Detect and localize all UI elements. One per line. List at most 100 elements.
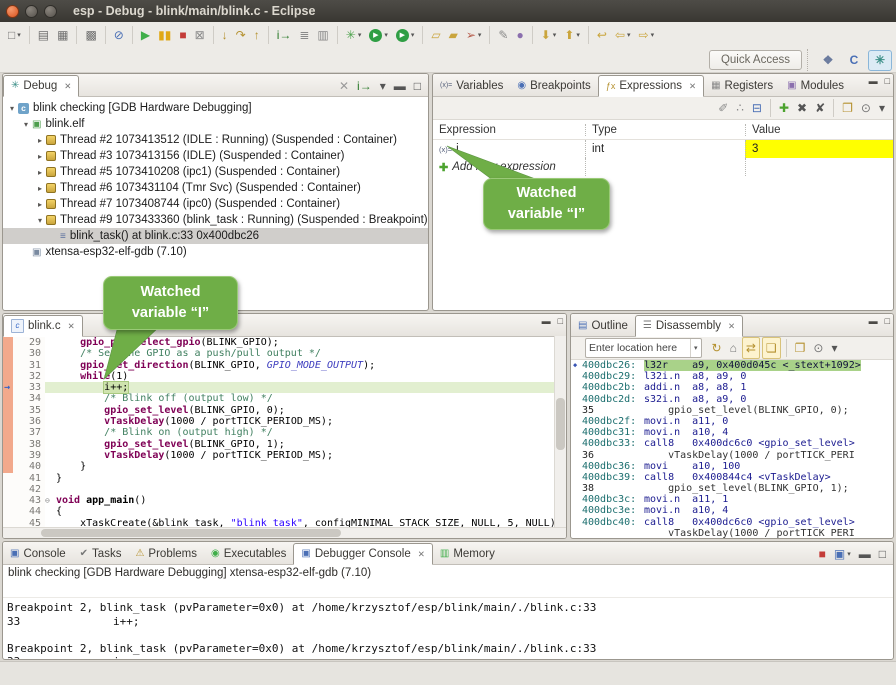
remove-all-expressions-button[interactable]: ✘ xyxy=(812,98,828,118)
step-return-button[interactable]: ↑ xyxy=(251,25,263,45)
step-into-button[interactable]: ↓ xyxy=(219,25,231,45)
tree-item[interactable]: ▾▣blink.elf xyxy=(3,116,428,132)
previous-annotation-button[interactable]: ⬆▾ xyxy=(561,25,583,45)
new-view-button[interactable]: ❐ xyxy=(792,338,809,358)
tree-item[interactable]: ▸Thread #3 1073413156 (IDLE) (Suspended … xyxy=(3,148,428,164)
editor-vertical-scrollbar[interactable] xyxy=(554,336,566,530)
expression-row[interactable]: (x)= i int 3 xyxy=(433,140,893,158)
minimize-button[interactable]: ▬ xyxy=(869,316,878,326)
minimize-button[interactable]: ▬ xyxy=(869,76,878,86)
skip-all-breakpoints-button[interactable]: ⊘ xyxy=(111,25,127,45)
expand-icon[interactable]: ▸ xyxy=(35,136,45,145)
expand-icon[interactable]: ▾ xyxy=(35,216,45,225)
add-expression-button[interactable]: ✚ xyxy=(776,98,792,118)
pin-view-button[interactable]: ⊙ xyxy=(810,338,826,358)
location-input[interactable] xyxy=(586,341,688,355)
tree-item[interactable]: ≡blink_task() at blink.c:33 0x400dbc26 xyxy=(3,228,428,244)
expand-icon[interactable]: ▸ xyxy=(35,184,45,193)
show-logical-structures-toggle[interactable]: ∴ xyxy=(733,98,747,118)
track-expression-toggle[interactable]: ❏ xyxy=(762,337,781,359)
debug-perspective-button[interactable]: ✳ xyxy=(868,50,892,71)
tab-outline[interactable]: ▤Outline xyxy=(571,315,635,336)
minimize-button[interactable]: ▬ xyxy=(856,544,874,564)
cpp-perspective-button[interactable]: C xyxy=(842,50,866,71)
open-resource-button[interactable]: ▰ xyxy=(446,25,461,45)
view-menu-button[interactable]: ▾ xyxy=(828,338,840,358)
maximize-button[interactable]: □ xyxy=(411,76,424,96)
home-button[interactable]: ⌂ xyxy=(727,338,740,358)
tab-disassembly[interactable]: ☰Disassembly✕ xyxy=(635,315,743,337)
instruction-stepping-toggle[interactable]: i→ xyxy=(274,25,295,45)
expand-icon[interactable]: ▾ xyxy=(21,120,31,129)
minimize-button[interactable]: ▬ xyxy=(542,316,551,326)
tree-item[interactable]: ▸Thread #7 1073408744 (ipc0) (Suspended … xyxy=(3,196,428,212)
minimize-button[interactable]: ▬ xyxy=(391,76,409,96)
add-expression-row[interactable]: ✚ Add new expression xyxy=(433,158,893,176)
chevron-down-icon[interactable]: ▾ xyxy=(690,339,701,357)
back-button[interactable]: ⇦▾ xyxy=(612,25,634,45)
debug-settings-button[interactable]: ▥ xyxy=(314,25,331,45)
format-button[interactable]: ✎ xyxy=(495,25,511,45)
refresh-button[interactable]: ↻ xyxy=(709,338,725,358)
window-minimize-button[interactable] xyxy=(25,5,38,18)
tab-executables[interactable]: ◉Executables xyxy=(204,543,293,564)
close-icon[interactable]: ✕ xyxy=(68,321,75,332)
column-header-type[interactable]: Type xyxy=(585,124,745,136)
new-view-button[interactable]: ❐ xyxy=(839,98,856,118)
tab-problems[interactable]: ⚠Problems xyxy=(128,543,204,564)
quick-access-button[interactable]: Quick Access xyxy=(709,50,802,70)
tab-blink-c[interactable]: c blink.c ✕ xyxy=(3,315,83,337)
tab-debugger-console[interactable]: ▣Debugger Console✕ xyxy=(293,543,432,565)
view-menu-button[interactable]: ▾ xyxy=(876,98,888,118)
pin-view-button[interactable]: ⊙ xyxy=(858,98,874,118)
run-button[interactable]: ▶▾ xyxy=(366,25,391,45)
close-icon[interactable]: ✕ xyxy=(689,81,696,92)
remove-expression-button[interactable]: ✖ xyxy=(794,98,810,118)
step-filters-toggle[interactable]: ≣ xyxy=(296,25,312,45)
tab-console[interactable]: ▣Console xyxy=(3,543,73,564)
step-over-button[interactable]: ↷ xyxy=(233,25,249,45)
terminate-console-button[interactable]: ■ xyxy=(816,544,829,564)
column-header-value[interactable]: Value xyxy=(745,124,893,136)
location-combo[interactable]: ▾ xyxy=(585,338,702,358)
remove-all-terminated-button[interactable]: ✕ xyxy=(336,76,352,96)
save-all-button[interactable]: ▦ xyxy=(54,25,71,45)
expand-icon[interactable]: ▸ xyxy=(35,152,45,161)
tab-breakpoints[interactable]: ◉Breakpoints xyxy=(510,75,597,96)
build-button[interactable]: ▩ xyxy=(82,25,99,45)
maximize-button[interactable]: □ xyxy=(876,544,889,564)
view-menu-button[interactable]: ▾ xyxy=(377,76,389,96)
tab-registers[interactable]: ▦Registers xyxy=(704,75,780,96)
show-type-names-toggle[interactable]: ✐ xyxy=(715,98,731,118)
expand-icon[interactable]: ▾ xyxy=(7,104,17,113)
display-console-button[interactable]: ▣▾ xyxy=(831,544,854,564)
terminate-button[interactable]: ■ xyxy=(176,25,189,45)
external-tools-button[interactable]: ▶▾ xyxy=(393,25,418,45)
tab-memory[interactable]: ▥Memory xyxy=(433,543,502,564)
close-icon[interactable]: ✕ xyxy=(418,549,425,560)
debug-button[interactable]: ✳▾ xyxy=(343,25,365,45)
tab-expressions[interactable]: ƒxExpressions✕ xyxy=(598,75,704,97)
collapse-all-button[interactable]: ⊟ xyxy=(749,98,765,118)
expand-icon[interactable]: ▸ xyxy=(35,200,45,209)
forward-button[interactable]: ⇨▾ xyxy=(636,25,658,45)
column-header-expression[interactable]: Expression xyxy=(433,124,585,136)
console-output[interactable]: Breakpoint 2, blink_task (pvParameter=0x… xyxy=(3,597,893,660)
save-button[interactable]: ▤ xyxy=(35,25,52,45)
suspend-button[interactable]: ▮▮ xyxy=(155,25,174,45)
tab-tasks[interactable]: ✔Tasks xyxy=(73,543,129,564)
last-edit-location-button[interactable]: ↩ xyxy=(594,25,610,45)
tree-item[interactable]: ▾Thread #9 1073433360 (blink_task : Runn… xyxy=(3,212,428,228)
new-wizard-button[interactable]: □▾ xyxy=(5,25,24,45)
sync-context-toggle[interactable]: ⇄ xyxy=(742,337,760,359)
window-close-button[interactable] xyxy=(6,5,19,18)
disconnect-button[interactable]: ⊠ xyxy=(192,25,208,45)
tab-modules[interactable]: ▣Modules xyxy=(780,75,851,96)
tab-debug[interactable]: ✳ Debug ✕ xyxy=(3,75,79,97)
maximize-button[interactable]: □ xyxy=(885,76,890,86)
window-maximize-button[interactable] xyxy=(44,5,57,18)
tree-item[interactable]: ▸Thread #2 1073413512 (IDLE : Running) (… xyxy=(3,132,428,148)
code-editor[interactable]: 29 gpio_pad_select_gpio(BLINK_GPIO);30 /… xyxy=(3,337,566,539)
editor-horizontal-scrollbar[interactable] xyxy=(3,527,566,538)
open-element-button[interactable]: ▱ xyxy=(428,25,443,45)
